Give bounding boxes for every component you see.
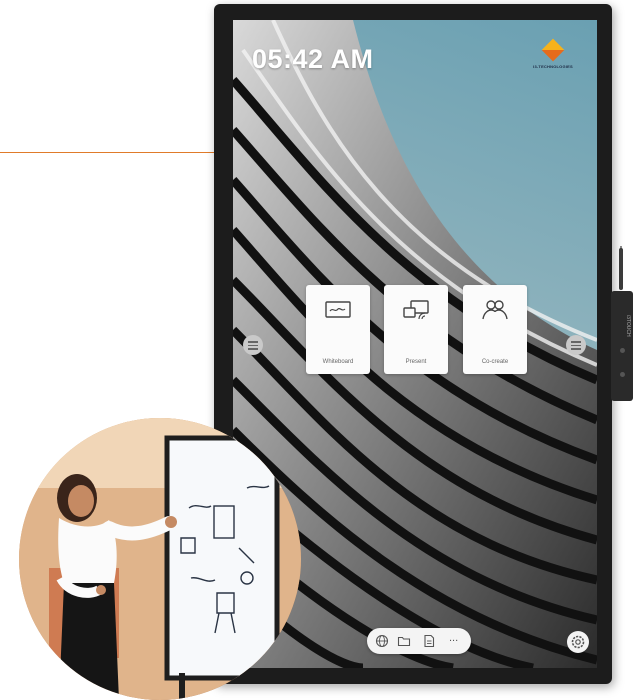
present-label: Present [405,359,427,365]
whiteboard-tile[interactable]: Whiteboard [306,285,370,374]
brand-mark-icon [541,38,565,62]
co-create-icon [482,300,508,320]
settings-icon [571,635,585,649]
left-side-menu-handle[interactable] [243,335,263,355]
right-side-menu-handle[interactable] [566,335,586,355]
more-icon[interactable]: ... [449,632,458,644]
clock-display: 05:42 AM [252,44,374,74]
pen-holder-label: i3TOUCH [625,315,631,337]
co-create-tile[interactable]: Co-create [463,285,527,374]
settings-button[interactable] [567,631,589,653]
co-create-label: Co-create [481,359,509,365]
bottom-dock: ... [367,628,471,654]
pen-holder-button [620,348,625,353]
whiteboard-icon [325,301,351,318]
whiteboard-label: Whiteboard [322,359,354,365]
brand-logo: I3-TECHNOLOGIES [528,38,578,69]
stylus-pen [619,248,623,290]
folder-icon[interactable] [397,634,411,648]
pen-holder-indicator [620,372,625,377]
present-tile[interactable]: Present [384,285,448,374]
document-icon[interactable] [422,634,436,648]
pen-holder-clip [611,291,633,401]
brand-name: I3-TECHNOLOGIES [533,64,573,69]
lifestyle-photo [19,418,301,700]
present-icon [403,300,429,320]
globe-icon[interactable] [375,634,389,648]
presenter-illustration [19,418,301,700]
